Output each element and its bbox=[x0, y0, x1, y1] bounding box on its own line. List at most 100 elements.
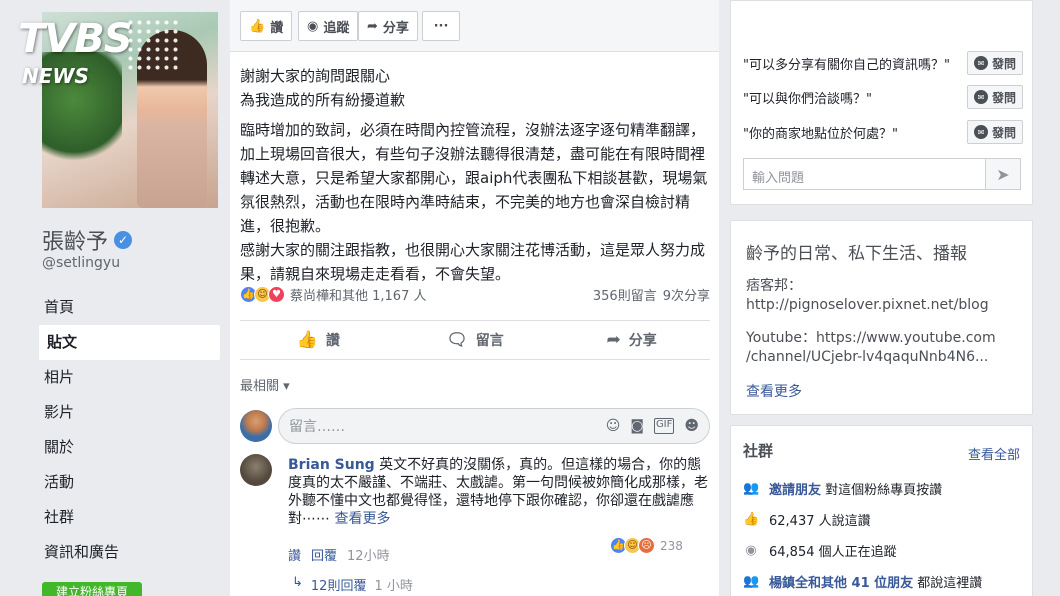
love-reaction-icon: ♥ bbox=[268, 285, 285, 303]
question-input[interactable]: 輸入問題 bbox=[743, 158, 989, 190]
ask-button[interactable]: ✉ 發問 bbox=[966, 120, 1023, 144]
community-title: 社群 bbox=[743, 442, 774, 460]
nav-item-videos[interactable]: 影片 bbox=[36, 395, 220, 430]
share-arrow-icon: ➦ bbox=[606, 330, 621, 350]
comment-time[interactable]: 12小時 bbox=[347, 545, 390, 564]
nav-item-community[interactable]: 社群 bbox=[36, 500, 220, 535]
blog-label: 痞客邦： bbox=[746, 278, 802, 294]
comment-composer: 留言…… ☺ ◙ GIF ☻ bbox=[240, 406, 710, 446]
post-paragraph: 臨時增加的致詞，必須在時間內控管流程，沒辦法逐字逐句精準翻譯，加上現場回音很大，… bbox=[240, 121, 708, 235]
ask-label: 發問 bbox=[991, 90, 1016, 105]
likes-row: 👍 62,437 人說這讚 bbox=[743, 510, 871, 529]
post-card: 👍 讚 ◉ 追蹤 ➦ 分享 ··· 謝謝大家的詢問跟關心 為我造成的所有紛擾道歉… bbox=[230, 0, 719, 596]
nav-item-info-ads[interactable]: 資訊和廣告 bbox=[36, 535, 220, 570]
page-handle[interactable]: @setlingyu bbox=[42, 255, 120, 271]
thumbs-up-icon: 👍 bbox=[743, 512, 760, 527]
shares-count[interactable]: 9次分享 bbox=[663, 285, 710, 304]
community-see-all[interactable]: 查看全部 bbox=[968, 444, 1020, 463]
reactions-summary[interactable]: 👍 ☺ ♥ 蔡尚樺和其他 1,167 人 356則留言 9次分享 bbox=[240, 283, 710, 305]
community-card: 社群 查看全部 👥 邀請朋友 對這個粉絲專頁按讚 👍 62,437 人說這讚 ◉… bbox=[730, 425, 1033, 596]
ask-button[interactable]: ✉ 發問 bbox=[966, 51, 1023, 75]
messenger-icon: ✉ bbox=[973, 125, 988, 139]
invite-friends-link[interactable]: 邀請朋友 bbox=[769, 483, 821, 498]
friends-text: 都說這裡讚 bbox=[917, 576, 983, 591]
camera-icon[interactable]: ◙ bbox=[630, 418, 644, 434]
send-icon[interactable]: ➤ bbox=[985, 158, 1021, 190]
composer-icons: ☺ ◙ GIF ☻ bbox=[606, 418, 699, 434]
likes-count: 62,437 人說這讚 bbox=[769, 514, 871, 529]
nav-item-posts[interactable]: 貼文 bbox=[36, 325, 220, 360]
more-button[interactable]: ··· bbox=[422, 11, 460, 41]
nav-item-about[interactable]: 關於 bbox=[36, 430, 220, 465]
people-icon: 👥 bbox=[743, 574, 760, 589]
messenger-icon: ✉ bbox=[973, 90, 988, 104]
messenger-icon: ✉ bbox=[973, 56, 988, 70]
sticker-icon[interactable]: ☻ bbox=[684, 418, 699, 434]
comment-like-link[interactable]: 讚 bbox=[288, 545, 301, 564]
like-button[interactable]: 👍 讚 bbox=[240, 321, 397, 359]
emoji-icon[interactable]: ☺ bbox=[606, 418, 621, 434]
reaction-icons: 👍 ☺ ♥ bbox=[240, 285, 285, 303]
verified-icon: ✓ bbox=[114, 231, 133, 249]
see-more-link[interactable]: 查看更多 bbox=[334, 511, 390, 527]
invite-row: 👥 邀請朋友 對這個粉絲專頁按讚 bbox=[743, 479, 942, 498]
comment-input[interactable]: 留言…… ☺ ◙ GIF ☻ bbox=[278, 408, 710, 444]
comment-reply-link[interactable]: 回覆 bbox=[311, 545, 337, 564]
nav-item-photos[interactable]: 相片 bbox=[36, 360, 220, 395]
rss-icon: ◉ bbox=[745, 543, 757, 558]
follow-button[interactable]: ◉ 追蹤 bbox=[298, 11, 359, 41]
comment-reaction-count: 238 bbox=[660, 538, 683, 553]
follow-label: 追蹤 bbox=[323, 20, 350, 36]
viewer-avatar bbox=[240, 410, 272, 442]
question-text: "可以與你們洽談嗎？" bbox=[743, 91, 872, 107]
page-name[interactable]: 張齡予 ✓ bbox=[42, 224, 133, 256]
question-row: "可以與你們洽談嗎？" ✉ 發問 bbox=[743, 83, 1023, 111]
thumbs-up-icon: 👍 bbox=[296, 330, 318, 350]
post-paragraph: 感謝大家的關注跟指教，也很開心大家關注花博活動，這是眾人努力成果，請親自來現場走… bbox=[240, 241, 706, 283]
share-arrow-icon: ➦ bbox=[367, 18, 378, 34]
replies-link[interactable]: ↳ 12則回覆 1 小時 bbox=[292, 575, 413, 594]
share-label: 分享 bbox=[628, 333, 657, 349]
comment-sort-dropdown[interactable]: 最相關 ▾ bbox=[240, 375, 290, 394]
left-column: TVBS NEWS 張齡予 ✓ @setlingyu 首頁 貼文 相片 影片 關… bbox=[0, 0, 228, 596]
gif-icon[interactable]: GIF bbox=[653, 418, 675, 434]
page-share-button[interactable]: ➦ 分享 bbox=[358, 11, 418, 41]
question-text: "可以多分享有關你自己的資訊嗎？" bbox=[743, 57, 950, 73]
commenter-avatar[interactable] bbox=[240, 454, 272, 486]
follows-row: ◉ 64,854 個人正在追蹤 bbox=[743, 541, 896, 560]
page-nav: 首頁 貼文 相片 影片 關於 活動 社群 資訊和廣告 bbox=[36, 290, 220, 570]
nav-item-events[interactable]: 活動 bbox=[36, 465, 220, 500]
comment-author[interactable]: Brian Sung bbox=[288, 457, 375, 473]
share-button[interactable]: ➦ 分享 bbox=[553, 321, 710, 359]
youtube-line[interactable]: Youtube：https://www.youtube.com bbox=[746, 327, 996, 347]
replies-count: 12則回覆 bbox=[310, 579, 367, 594]
post-line: 謝謝大家的詢問跟關心 bbox=[240, 67, 391, 85]
comments-count[interactable]: 356則留言 bbox=[593, 285, 657, 304]
about-title: 齡予的日常、私下生活、播報 bbox=[746, 244, 967, 264]
ask-label: 發問 bbox=[991, 56, 1016, 71]
watermark-dots bbox=[126, 18, 182, 74]
nav-item-home[interactable]: 首頁 bbox=[36, 290, 220, 325]
tvbs-watermark: TVBS NEWS bbox=[18, 16, 182, 96]
page-action-bar: 👍 讚 ◉ 追蹤 ➦ 分享 ··· bbox=[230, 0, 719, 52]
create-page-button[interactable]: 建立粉絲專頁 bbox=[42, 582, 142, 596]
post-actions: 👍 讚 🗨 留言 ➦ 分享 bbox=[240, 320, 710, 360]
questions-card: "可以多分享有關你自己的資訊嗎？" ✉ 發問 "可以與你們洽談嗎？" ✉ 發問 … bbox=[730, 0, 1033, 205]
post-text: 謝謝大家的詢問跟關心 為我造成的所有紛擾道歉 臨時增加的致詞，必須在時間內控管流… bbox=[240, 64, 710, 286]
about-see-more[interactable]: 查看更多 bbox=[746, 381, 802, 401]
post-line: 為我造成的所有紛擾道歉 bbox=[240, 91, 406, 109]
blog-url[interactable]: http://pignoselover.pixnet.net/blog bbox=[746, 297, 989, 313]
people-icon: 👥 bbox=[743, 481, 760, 496]
friends-link[interactable]: 楊鎮全和其他 41 位朋友 bbox=[769, 576, 913, 591]
comment-body: Brian Sung 英文不好真的沒關係，真的。但這樣的場合，你的態度真的太不嚴… bbox=[288, 456, 708, 528]
question-text: "你的商家地點位於何處？" bbox=[743, 126, 898, 142]
reactions-text[interactable]: 蔡尚樺和其他 1,167 人 bbox=[290, 285, 426, 304]
ask-button[interactable]: ✉ 發問 bbox=[966, 85, 1023, 109]
angry-reaction-icon: ☹ bbox=[638, 537, 655, 554]
question-row: "你的商家地點位於何處？" ✉ 發問 bbox=[743, 118, 1023, 146]
comment-reactions[interactable]: 👍 ☺ ☹ 238 bbox=[610, 537, 683, 554]
page-like-button[interactable]: 👍 讚 bbox=[240, 11, 293, 41]
thumbs-up-icon: 👍 bbox=[249, 18, 266, 34]
comment-button[interactable]: 🗨 留言 bbox=[397, 321, 554, 359]
youtube-line[interactable]: /channel/UCjebr-lv4qaquNnb4N6... bbox=[746, 349, 988, 365]
